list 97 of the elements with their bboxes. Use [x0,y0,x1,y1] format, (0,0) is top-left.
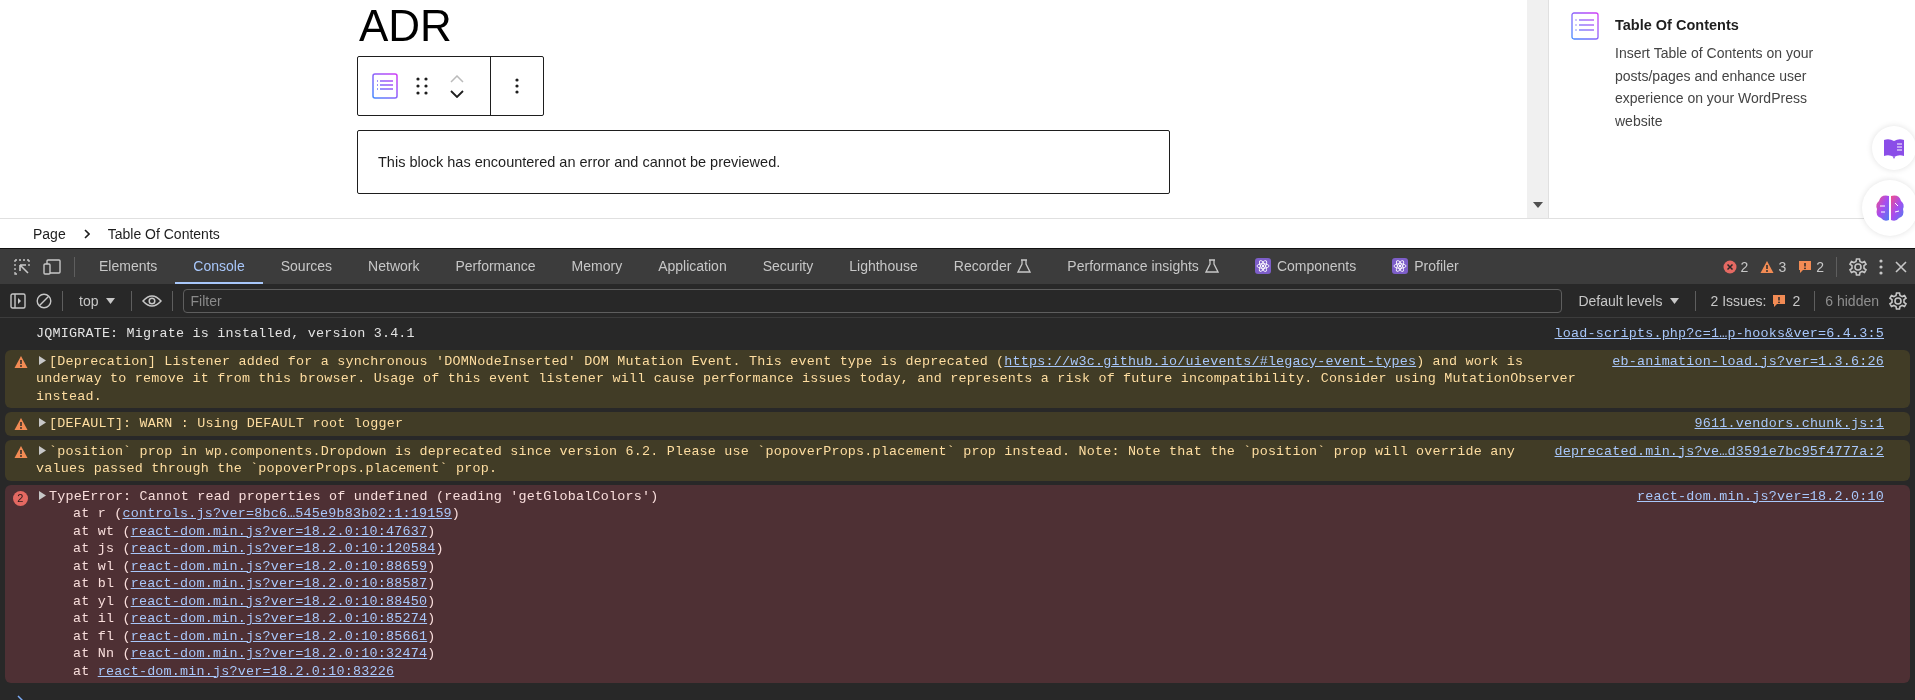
link[interactable]: react-dom.min.js?ver=18.2.0:10:85274 [130,611,428,626]
context-dropdown[interactable]: top [73,292,122,309]
source-link[interactable]: eb-animation-load.js?ver=1.3.6:26 [1612,352,1884,405]
levels-dropdown[interactable]: Default levels [1572,292,1686,309]
devtools-tab[interactable]: Lighthouse [831,249,936,284]
scrollbar[interactable] [1527,0,1549,218]
link[interactable]: react-dom.min.js?ver=18.2.0:10:88450 [130,593,428,609]
warning-icon [13,444,28,459]
stack-frame: at react-dom.min.js?ver=18.2.0:10:83226 [36,662,1884,680]
stack-frame: at fl (react-dom.min.js?ver=18.2.0:10:85661) [36,627,1884,645]
clear-console-icon[interactable] [36,292,52,309]
stack-frame: at il (react-dom.min.js?ver=18.2.0:10:85274) [36,610,1884,628]
error-count-badge: 2 [13,490,28,506]
devtools-tab[interactable]: Application [640,249,745,284]
dropdown-arrow-icon [106,297,116,304]
breadcrumb-item[interactable]: Page [33,225,66,242]
issues-count[interactable]: 2 [1798,258,1824,275]
page-heading: ADR [359,0,452,48]
warning-count[interactable]: 3 [1760,258,1787,275]
react-icon [1254,257,1271,274]
devtools-tab[interactable]: Performance [437,249,554,284]
stack-frame: at wl (react-dom.min.js?ver=18.2.0:10:88659) [36,557,1884,575]
close-icon[interactable] [1895,260,1907,273]
stack-frame: at wt (react-dom.min.js?ver=18.2.0:10:47637) [36,522,1884,540]
source-link[interactable]: load-scripts.php?c=1…p-hooks&ver=6.4.3:5 [1554,325,1884,343]
inspect-element-icon[interactable] [14,258,30,275]
scroll-down-arrow-icon[interactable] [1533,202,1543,208]
issues-count[interactable]: 2 [1792,292,1801,309]
hidden-count: 6 hidden [1825,292,1879,309]
list-icon [1571,12,1599,40]
book-icon [1883,137,1905,159]
link[interactable]: react-dom.min.js?ver=18.2.0:10:83226 [97,663,395,679]
source-link[interactable]: react-dom.min.js?ver=18.2.0:10 [1636,487,1884,505]
devtools-tab[interactable]: Recorder [935,249,1050,284]
sidebar-toggle-icon[interactable] [10,292,26,309]
stack-frame: at bl (react-dom.min.js?ver=18.2.0:10:88587) [36,575,1884,593]
flask-icon [1017,258,1032,273]
settings-icon[interactable] [1849,257,1867,276]
brain-icon [1875,194,1905,222]
expand-arrow-icon[interactable] [39,490,46,500]
warning-icon [1760,259,1775,274]
source-link[interactable]: 9611.vendors.chunk.js:1 [1694,415,1884,433]
link[interactable]: react-dom.min.js?ver=18.2.0:10:85661 [130,628,428,644]
more-options-icon[interactable] [515,78,519,94]
console-message: TypeError: Cannot read properties of undefined (reading 'getGlobalColors') [36,487,1617,505]
flask-icon [1204,258,1219,273]
devtools-tab[interactable]: Elements [81,249,176,284]
console-message: [Deprecation] Listener added for a synchronous 'DOMNodeInserted' DOM Mutation Event. This event type is deprecated (https://w3c.github.io/uievents/#legacy-event-types) and work is underway to remove it from this browser. Usage of this event listener will cause performance issues today, and represents a risk of future incompatibility. Consider using MutationObserver instead. [36,352,1578,405]
devtools-tab[interactable]: Profiler [1374,249,1477,284]
filter-field[interactable]: Filter [183,288,1563,313]
warning-icon [13,354,28,369]
devtools-tab[interactable]: Network [350,249,438,284]
stack-frame: at Nn (react-dom.min.js?ver=18.2.0:10:32474) [36,645,1884,663]
error-icon [1722,259,1737,274]
devtools-tab[interactable]: Security [744,249,832,284]
devtools-tab[interactable]: Console [175,249,263,284]
link[interactable]: react-dom.min.js?ver=18.2.0:10:88659 [130,558,428,574]
link[interactable]: controls.js?ver=8bc6…545e9b83b02:1:19159 [122,506,452,521]
devtools-tab[interactable]: Memory [553,249,641,284]
devtools-tab[interactable]: Components [1236,249,1375,284]
stack-frame: at yl (react-dom.min.js?ver=18.2.0:10:88450) [36,592,1884,610]
devtools-tab[interactable]: Performance insights [1049,249,1237,284]
console-message: [DEFAULT]: WARN : Using DEFAULT root logger [36,415,1675,433]
link[interactable]: react-dom.min.js?ver=18.2.0:10:120584 [130,541,436,556]
more-options-icon[interactable] [1879,258,1883,275]
issue-icon [1798,259,1813,274]
devtools-tab[interactable]: Sources [262,249,351,284]
chevron-down-icon[interactable] [450,89,464,98]
drag-handle-icon[interactable] [416,77,428,95]
chevron-right-icon [83,228,90,239]
warning-icon [13,417,28,431]
list-icon[interactable] [372,73,398,99]
error-count[interactable]: 2 [1722,258,1749,275]
react-icon [1392,257,1409,274]
stack-frame: at js (react-dom.min.js?ver=18.2.0:10:120584) [36,540,1884,558]
block-title: Table Of Contents [1615,16,1740,35]
source-link[interactable]: deprecated.min.js?ve…d3591e7bc95f4777a:2 [1554,442,1884,478]
stack-frame: at r (controls.js?ver=8bc6…545e9b83b02:1:19159) [36,505,1884,523]
link[interactable]: react-dom.min.js?ver=18.2.0:10:47637 [130,523,428,539]
eye-icon[interactable] [142,293,163,308]
console-message: `position` prop in wp.components.Dropdown is deprecated since version 6.2. Please use `popoverProps.placement` prop instead. Note: Note that the `position` prop will override any values passed through the `popoverProps.placement` prop. [36,442,1516,478]
issues-label[interactable]: 2 Issues: [1710,292,1767,309]
device-toolbar-icon[interactable] [43,258,61,275]
settings-icon[interactable] [1889,291,1907,310]
breadcrumb-item[interactable]: Table Of Contents [107,225,220,242]
floating-button[interactable] [1862,180,1915,236]
link[interactable]: react-dom.min.js?ver=18.2.0:10:88587 [130,576,428,591]
expand-arrow-icon[interactable] [39,355,46,365]
expand-arrow-icon[interactable] [39,445,46,455]
dropdown-arrow-icon [1670,297,1680,304]
issue-icon[interactable] [1772,293,1787,308]
expand-arrow-icon[interactable] [39,418,46,427]
link[interactable]: react-dom.min.js?ver=18.2.0:10:32474 [130,646,428,661]
error-notice: This block has encountered an error and cannot be previewed. [357,130,1170,194]
block-description: Insert Table of Contents on your posts/pages and enhance user experience on your WordPress website [1615,44,1815,131]
link[interactable]: https://w3c.github.io/uievents/#legacy-event-types [1004,353,1417,369]
console-message: JQMIGRATE: Migrate is installed, version 3.4.1 [36,325,416,343]
